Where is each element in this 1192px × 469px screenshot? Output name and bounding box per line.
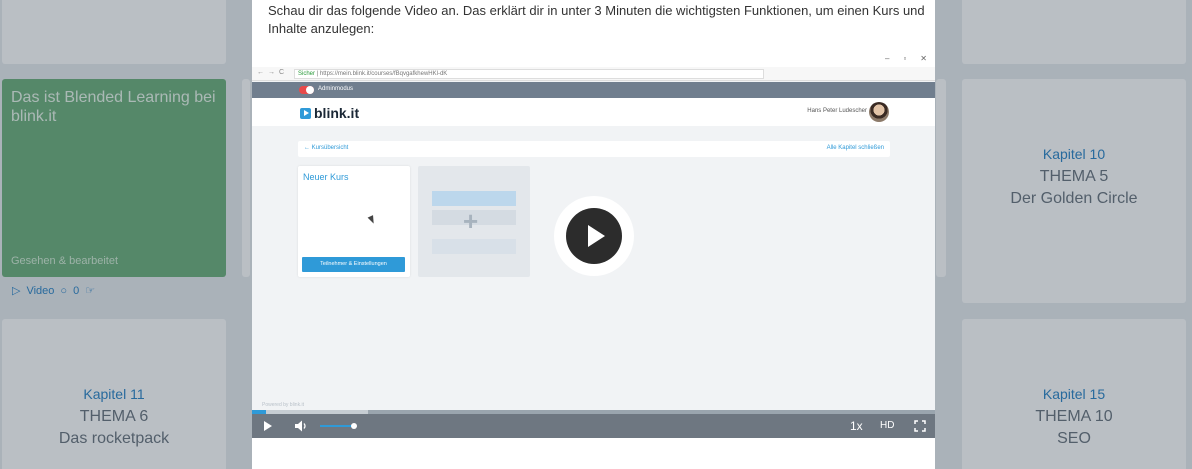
participants-settings-button: Teilnehmer & Einstellungen: [302, 257, 405, 272]
avatar: [869, 102, 889, 122]
plus-icon: +: [463, 206, 479, 236]
user-name: Hans Peter Ludescher: [807, 108, 867, 114]
placeholder-bar: [432, 239, 516, 254]
volume-slider[interactable]: [320, 423, 357, 429]
lock-label: Sicher: [298, 71, 316, 77]
maximize-icon: ▫: [903, 54, 907, 63]
blinkit-logo-icon: [300, 107, 311, 119]
recorded-admin-bar: Adminmodus: [252, 82, 935, 98]
volume-level: [320, 425, 354, 427]
player-controls: 1x HD: [252, 414, 935, 438]
play-icon: [566, 208, 622, 264]
recorded-url: Sicher | https://mein.blink.it/courses/f…: [294, 69, 764, 79]
blinkit-logo: blink.it: [300, 105, 359, 121]
admin-mode-label: Adminmodus: [318, 86, 354, 92]
video-modal: Schau dir das folgende Video an. Das erk…: [252, 0, 935, 469]
recorded-breadcrumb: ← Kursübersicht Alle Kapitel schließen: [298, 141, 890, 157]
playback-speed-button[interactable]: 1x: [850, 419, 863, 433]
fullscreen-icon[interactable]: [914, 420, 926, 432]
recorded-app-header: blink.it Hans Peter Ludescher: [252, 98, 935, 126]
back-link: ← Kursübersicht: [304, 145, 349, 151]
close-icon: ✕: [920, 54, 927, 63]
powered-by-label: Powered by blink.it: [262, 402, 304, 408]
course-title: Neuer Kurs: [303, 172, 349, 182]
close-chapters-link: Alle Kapitel schließen: [826, 145, 884, 151]
volume-icon[interactable]: [294, 419, 308, 433]
intro-text: Schau dir das folgende Video an. Das erk…: [268, 3, 925, 36]
recorded-course-card: Neuer Kurs Teilnehmer & Einstellungen: [298, 166, 410, 277]
admin-toggle-icon: [299, 86, 314, 94]
minimize-icon: –: [885, 54, 890, 63]
volume-knob[interactable]: [351, 423, 357, 429]
recorded-window-titlebar: – ▫ ✕: [252, 52, 935, 67]
placeholder-bar: [432, 191, 516, 206]
video-player[interactable]: – ▫ ✕ ←→C Sicher | https://mein.blink.it…: [252, 52, 935, 438]
browser-nav-icons: ←→C: [257, 69, 289, 76]
recorded-address-bar: ←→C Sicher | https://mein.blink.it/cours…: [252, 67, 935, 81]
big-play-button[interactable]: [554, 196, 634, 276]
url-text: https://mein.blink.it/courses/fBqvgafkhe…: [319, 71, 448, 77]
logo-text: blink.it: [314, 105, 360, 121]
recorded-add-chapter-card: +: [418, 166, 530, 277]
quality-button[interactable]: HD: [880, 420, 894, 431]
play-button[interactable]: [264, 421, 272, 431]
